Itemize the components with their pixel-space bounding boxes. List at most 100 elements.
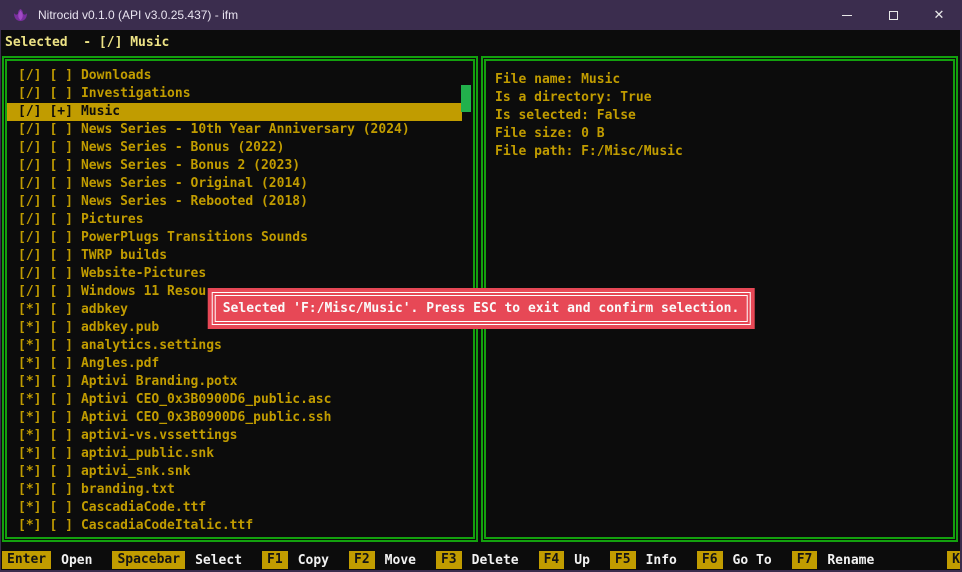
file-row[interactable]: [/][ ]Website-Pictures [7, 265, 462, 283]
close-button[interactable]: ✕ [916, 0, 962, 30]
file-info-line: Is a directory: True [495, 89, 953, 107]
file-name: CascadiaCodeItalic.ttf [81, 518, 253, 533]
file-row[interactable]: [*][ ]analytics.settings [7, 337, 462, 355]
file-name: adbkey.pub [81, 320, 159, 335]
directory-mark: [*] [18, 428, 41, 443]
keybinding: F5 Info [610, 551, 677, 569]
file-name: Music [81, 104, 120, 119]
file-name: Aptivi Branding.potx [81, 374, 238, 389]
file-name: TWRP builds [81, 248, 167, 263]
directory-mark: [/] [18, 284, 41, 299]
file-name: Investigations [81, 86, 191, 101]
file-info-line: File size: 0 B [495, 125, 953, 143]
selection-checkbox: [ ] [49, 428, 72, 443]
selection-checkbox: [ ] [49, 464, 72, 479]
file-row[interactable]: [*][ ]Aptivi Branding.potx [7, 373, 462, 391]
file-name: News Series - Bonus 2 (2023) [81, 158, 300, 173]
keybinding-action: Move [385, 553, 416, 568]
file-row[interactable]: [*][ ]aptivi_snk.snk [7, 463, 462, 481]
file-row[interactable]: [/][ ]TWRP builds [7, 247, 462, 265]
keybinding-action: Info [646, 553, 677, 568]
file-row[interactable]: [*][ ]aptivi_public.snk [7, 445, 462, 463]
selection-checkbox: [ ] [49, 482, 72, 497]
selection-checkbox: [ ] [49, 446, 72, 461]
keybinding-key: F7 [792, 551, 818, 569]
directory-mark: [*] [18, 338, 41, 353]
file-name: analytics.settings [81, 338, 222, 353]
selection-checkbox: [ ] [49, 86, 72, 101]
file-name: Website-Pictures [81, 266, 206, 281]
keybinding-action: Open [61, 553, 92, 568]
directory-mark: [*] [18, 500, 41, 515]
selection-checkbox: [ ] [49, 176, 72, 191]
file-row[interactable]: [*][ ]Aptivi CEO_0x3B0900D6_public.ssh [7, 409, 462, 427]
directory-mark: [/] [18, 230, 41, 245]
file-info-line: Is selected: False [495, 107, 953, 125]
directory-mark: [/] [18, 122, 41, 137]
file-row[interactable]: [/][ ]News Series - Rebooted (2018) [7, 193, 462, 211]
file-name: Windows 11 Resou [81, 284, 206, 299]
file-row[interactable]: [/][ ]Downloads [7, 67, 462, 85]
file-name: aptivi_snk.snk [81, 464, 191, 479]
file-row[interactable]: [*][ ]aptivi-vs.vssettings [7, 427, 462, 445]
nitrocid-logo-icon [13, 8, 28, 22]
file-row[interactable]: [*][ ]Angles.pdf [7, 355, 462, 373]
selection-checkbox: [ ] [49, 158, 72, 173]
selection-checkbox: [+] [49, 104, 72, 119]
selection-checkbox: [ ] [49, 410, 72, 425]
selection-checkbox: [ ] [49, 500, 72, 515]
directory-mark: [*] [18, 518, 41, 533]
directory-mark: [/] [18, 104, 41, 119]
keybinding-key: F4 [539, 551, 565, 569]
file-row[interactable]: [*][ ]Aptivi CEO_0x3B0900D6_public.asc [7, 391, 462, 409]
directory-mark: [*] [18, 482, 41, 497]
directory-mark: [/] [18, 266, 41, 281]
directory-mark: [/] [18, 140, 41, 155]
selection-checkbox: [ ] [49, 302, 72, 317]
file-name: PowerPlugs Transitions Sounds [81, 230, 308, 245]
file-row[interactable]: [/][ ]News Series - 10th Year Anniversar… [7, 121, 462, 139]
file-row[interactable]: [*][ ]branding.txt [7, 481, 462, 499]
minimize-button[interactable] [824, 0, 870, 30]
file-row[interactable]: [/][ ]News Series - Bonus (2022) [7, 139, 462, 157]
keybinding-action: Go To [733, 553, 772, 568]
selection-checkbox: [ ] [49, 284, 72, 299]
scrollbar-thumb[interactable] [461, 85, 471, 112]
file-info: File name: MusicIs a directory: TrueIs s… [486, 61, 953, 161]
keybinding-action: Copy [298, 553, 329, 568]
directory-mark: [*] [18, 356, 41, 371]
keybinding-key: F5 [610, 551, 636, 569]
window-edge-left [0, 30, 1, 572]
file-row[interactable]: [/][ ]PowerPlugs Transitions Sounds [7, 229, 462, 247]
selection-checkbox: [ ] [49, 68, 72, 83]
directory-mark: [*] [18, 392, 41, 407]
keybinding: F3Delete [436, 551, 519, 569]
file-row[interactable]: [/][ ]News Series - Original (2014) [7, 175, 462, 193]
file-info-line: File name: Music [495, 71, 953, 89]
keybinding: F6 Go To [697, 551, 772, 569]
keybinding-action: Up [574, 553, 590, 568]
keybinding: F1Copy [262, 551, 329, 569]
selection-checkbox: [ ] [49, 248, 72, 263]
directory-mark: [*] [18, 320, 41, 335]
file-row[interactable]: [*][ ]CascadiaCode.ttf [7, 499, 462, 517]
keybinding-key: Spacebar [112, 551, 185, 569]
selection-checkbox: [ ] [49, 518, 72, 533]
directory-mark: [/] [18, 158, 41, 173]
file-row[interactable]: [/] [ ] News Series - Bonus 2 (2023) [7, 157, 462, 175]
keybinding-key: F6 [697, 551, 723, 569]
keybinding: SpacebarSelect [112, 551, 242, 569]
selection-checkbox: [ ] [49, 392, 72, 407]
keybinding: F7 Rename [792, 551, 875, 569]
keybinding-action: Rename [827, 553, 874, 568]
file-row[interactable]: [/][ ]Investigations [7, 85, 462, 103]
file-name: Aptivi CEO_0x3B0900D6_public.ssh [81, 410, 331, 425]
directory-mark: [*] [18, 374, 41, 389]
maximize-button[interactable] [870, 0, 916, 30]
file-row[interactable]: [/] [+] Music [7, 103, 462, 121]
file-row[interactable]: [/][ ]Pictures [7, 211, 462, 229]
selection-checkbox: [ ] [49, 212, 72, 227]
minimize-icon [842, 15, 852, 16]
file-row[interactable]: [*] [ ] CascadiaCodeItalic.ttf [7, 517, 462, 535]
titlebar: Nitrocid v0.1.0 (API v3.0.25.437) - ifm … [0, 0, 962, 30]
